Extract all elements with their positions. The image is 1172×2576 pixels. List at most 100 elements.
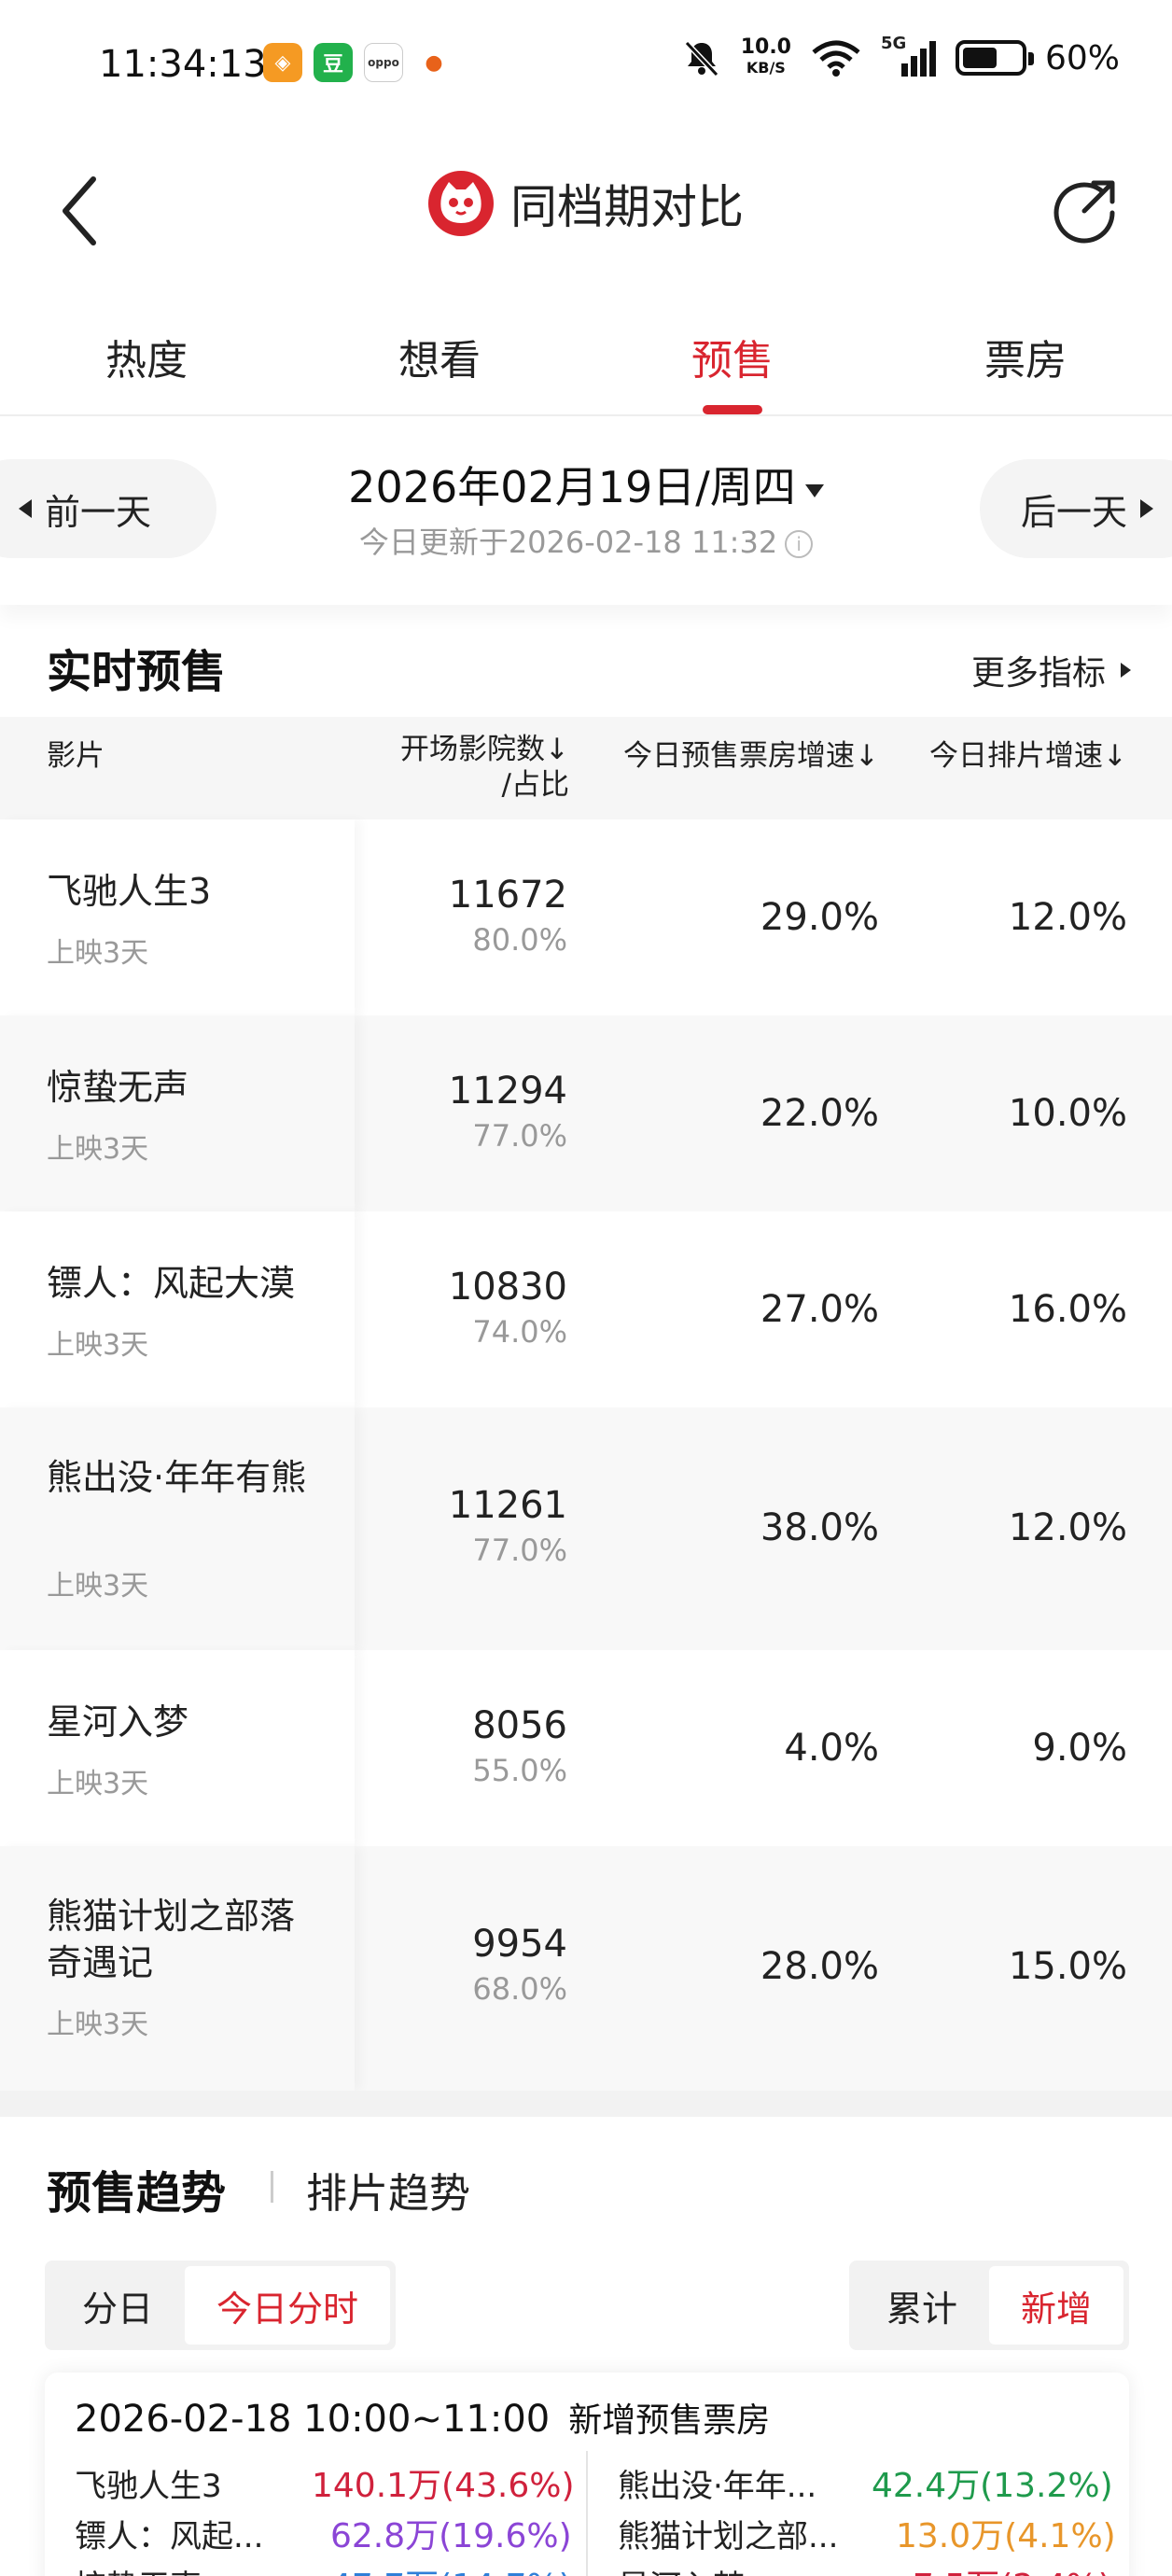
- cinema-ratio: 77.0%: [472, 1533, 567, 1568]
- realtime-section-header: 实时预售 更多指标: [0, 607, 1172, 717]
- tab-presale-trend[interactable]: 预售趋势: [47, 2156, 226, 2221]
- col-cinemas-label: 开场影院数↓: [400, 733, 569, 766]
- film-days: 上映3天: [47, 1570, 149, 1603]
- speed-value: 10.0: [740, 35, 791, 59]
- status-bar: 11:34:13 ◈ 豆 oppo ● 10.0 KB/S 5G 60%: [0, 0, 1172, 131]
- status-right: 10.0 KB/S 5G 60%: [681, 34, 1120, 78]
- film-days: 上映3天: [47, 1133, 149, 1166]
- battery-icon: [955, 40, 1034, 76]
- col-cinemas[interactable]: 开场影院数↓ /占比: [355, 732, 569, 803]
- col-schedule-growth[interactable]: 今日排片增速↓: [879, 732, 1127, 774]
- film-days: 上映3天: [47, 2009, 149, 2041]
- tooltip-item-name: 星河入梦: [618, 2561, 745, 2576]
- app-notification-icon-2: ●: [414, 43, 453, 82]
- film-name: 镖人：风起大漠: [47, 1263, 296, 1304]
- value-mode-toggle: 累计 新增: [848, 2261, 1129, 2350]
- triangle-right-icon: [1140, 499, 1153, 518]
- tab-heat[interactable]: 热度: [0, 308, 293, 414]
- table-row[interactable]: 飞驰人生3 上映3天 11672 80.0% 29.0% 12.0%: [0, 819, 1172, 1015]
- mute-bell-icon: [684, 40, 719, 77]
- schedule-growth: 10.0%: [1008, 1092, 1127, 1135]
- oppo-icon: oppo: [364, 43, 403, 82]
- table-body: 飞驰人生3 上映3天 11672 80.0% 29.0% 12.0% 惊蛰无声 …: [0, 819, 1172, 2091]
- update-text: 今日更新于2026-02-18 11:32: [358, 525, 778, 560]
- seg-daily[interactable]: 分日: [50, 2266, 185, 2345]
- info-icon[interactable]: i: [785, 530, 814, 558]
- film-cell: [0, 1650, 355, 1846]
- film-cell: [0, 1407, 355, 1650]
- table-row[interactable]: 镖人：风起大漠 上映3天 10830 74.0% 27.0% 16.0%: [0, 1211, 1172, 1407]
- network-speed: 10.0 KB/S: [741, 37, 791, 78]
- cinema-count: 11261: [448, 1484, 567, 1527]
- col-film: 影片: [47, 739, 105, 773]
- next-day-button[interactable]: 后一天: [979, 459, 1172, 558]
- film-name: 星河入梦: [47, 1701, 189, 1743]
- tooltip-header: 2026-02-18 10:00~11:00 新增预售票房: [75, 2393, 770, 2442]
- cinema-ratio: 80.0%: [472, 922, 567, 958]
- battery-percent: 60%: [1044, 38, 1120, 77]
- seg-incremental[interactable]: 新增: [988, 2266, 1123, 2345]
- page-title: 同档期对比: [510, 180, 744, 234]
- tab-want[interactable]: 想看: [293, 308, 586, 414]
- presale-growth: 29.0%: [760, 896, 879, 939]
- schedule-growth: 15.0%: [1008, 1945, 1127, 1988]
- film-name: 飞驰人生3: [47, 871, 212, 912]
- presale-growth: 38.0%: [760, 1506, 879, 1549]
- caret-down-icon: [804, 483, 824, 497]
- tab-boxoffice[interactable]: 票房: [879, 308, 1172, 414]
- douban-icon: 豆: [314, 43, 353, 82]
- next-day-label: 后一天: [1020, 491, 1127, 533]
- seg-today-hourly[interactable]: 今日分时: [185, 2266, 391, 2345]
- title-wrap: 同档期对比: [0, 170, 1172, 237]
- film-cell: [0, 1211, 355, 1407]
- triangle-right-icon: [1121, 663, 1131, 678]
- tooltip-label: 新增预售票房: [568, 2401, 771, 2440]
- presale-growth: 4.0%: [784, 1727, 879, 1770]
- app-header: 同档期对比: [0, 149, 1172, 271]
- film-name: 惊蛰无声: [47, 1067, 189, 1108]
- more-metrics-label: 更多指标: [970, 654, 1106, 693]
- maoyan-cat-logo: [428, 171, 494, 236]
- col-presale-growth[interactable]: 今日预售票房增速↓: [571, 732, 879, 774]
- section-divider: [0, 2091, 1172, 2117]
- time-granularity-toggle: 分日 今日分时: [45, 2261, 397, 2350]
- table-row[interactable]: 熊出没·年年有熊 上映3天 11261 77.0% 38.0% 12.0%: [0, 1407, 1172, 1650]
- more-metrics-link[interactable]: 更多指标: [971, 646, 1131, 694]
- speed-unit: KB/S: [746, 59, 786, 77]
- network-type: 5G: [880, 34, 907, 53]
- schedule-growth: 12.0%: [1008, 1506, 1127, 1549]
- cinema-count: 9954: [472, 1923, 567, 1966]
- tooltip-item-value: 13.0万(4.1%): [896, 2517, 1116, 2555]
- table-row[interactable]: 惊蛰无声 上映3天 11294 77.0% 22.0% 10.0%: [0, 1015, 1172, 1211]
- date-selector: 前一天 2026年02月19日/周四 今日更新于2026-02-18 11:32…: [0, 418, 1172, 605]
- schedule-growth: 12.0%: [1008, 896, 1127, 939]
- film-days: 上映3天: [47, 1768, 149, 1800]
- share-icon: [1053, 180, 1115, 244]
- tab-schedule-trend[interactable]: 排片趋势: [306, 2160, 470, 2219]
- presale-growth: 28.0%: [760, 1945, 879, 1988]
- tooltip-item-name: 镖人：风起...: [75, 2518, 264, 2555]
- tooltip-item-value: 47.7万(14.7%): [330, 2559, 572, 2576]
- seg-cumulative[interactable]: 累计: [855, 2266, 989, 2345]
- film-days: 上映3天: [47, 1329, 149, 1362]
- share-button[interactable]: [1049, 174, 1122, 246]
- cinema-ratio: 55.0%: [472, 1753, 567, 1788]
- trend-section-header: 预售趋势 排片趋势: [0, 2117, 1172, 2247]
- tab-presale[interactable]: 预售: [586, 308, 879, 414]
- tooltip-item-name: 熊猫计划之部...: [618, 2518, 839, 2555]
- tab-separator: [271, 2171, 273, 2203]
- table-row[interactable]: 熊猫计划之部落奇遇记 上映3天 9954 68.0% 28.0% 15.0%: [0, 1846, 1172, 2091]
- schedule-growth: 16.0%: [1008, 1288, 1127, 1331]
- presale-growth: 22.0%: [760, 1092, 879, 1135]
- cinema-ratio: 74.0%: [472, 1314, 567, 1350]
- battery-fill: [962, 48, 997, 68]
- notification-icons: ◈ 豆 oppo ●: [263, 43, 453, 82]
- cinema-ratio: 77.0%: [472, 1118, 567, 1154]
- table-header: 影片 开场影院数↓ /占比 今日预售票房增速↓ 今日排片增速↓: [0, 717, 1172, 819]
- tooltip-item-name: 惊蛰无声: [75, 2561, 202, 2576]
- tooltip-item-value: 7.5万(2.4%): [913, 2559, 1111, 2576]
- table-row[interactable]: 星河入梦 上映3天 8056 55.0% 4.0% 9.0%: [0, 1650, 1172, 1846]
- film-name: 熊出没·年年有熊: [47, 1457, 307, 1498]
- schedule-growth: 9.0%: [1032, 1727, 1127, 1770]
- current-date: 2026年02月19日/周四: [348, 462, 796, 512]
